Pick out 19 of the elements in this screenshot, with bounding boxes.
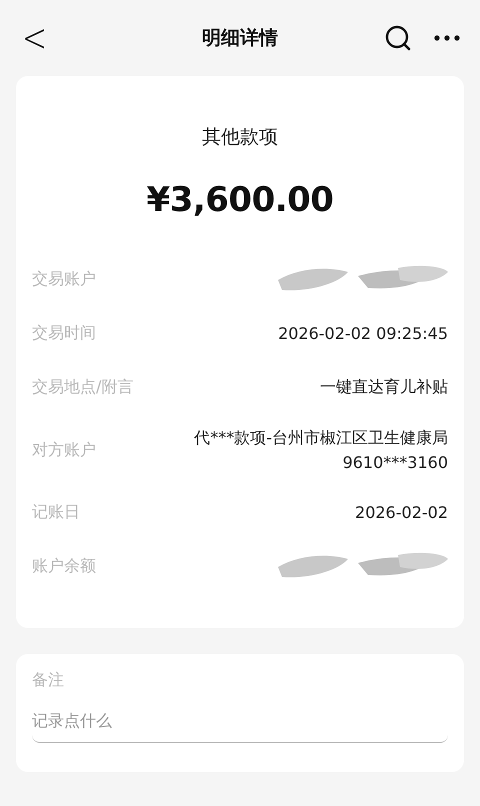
field-label: 记账日 [32, 502, 80, 523]
field-value: 9610***3160 [342, 453, 448, 472]
amount-text: ¥3,600.00 [146, 180, 334, 220]
note-label: 备注 [32, 670, 64, 691]
field-value: 2026-02-02 09:25:45 [278, 324, 448, 343]
field-label: 交易地点/附言 [32, 377, 134, 398]
category-label: 其他款项 [202, 125, 278, 150]
back-button[interactable]: < [16, 15, 54, 61]
field-value: 一键直达育儿补贴 [320, 377, 448, 398]
field-value: 2026-02-02 [355, 503, 448, 522]
field-label: 对方账户 [32, 440, 96, 460]
field-label: 交易时间 [32, 323, 96, 344]
search-icon[interactable] [384, 24, 412, 52]
page-title: 明细详情 [202, 26, 278, 51]
field-label: 交易账户 [32, 269, 96, 290]
field-label: 账户余额 [32, 556, 96, 577]
field-value: 代***款项-台州市椒江区卫生健康局 [194, 428, 448, 449]
more-icon[interactable] [434, 34, 460, 42]
note-input[interactable]: 记录点什么 [32, 711, 448, 730]
